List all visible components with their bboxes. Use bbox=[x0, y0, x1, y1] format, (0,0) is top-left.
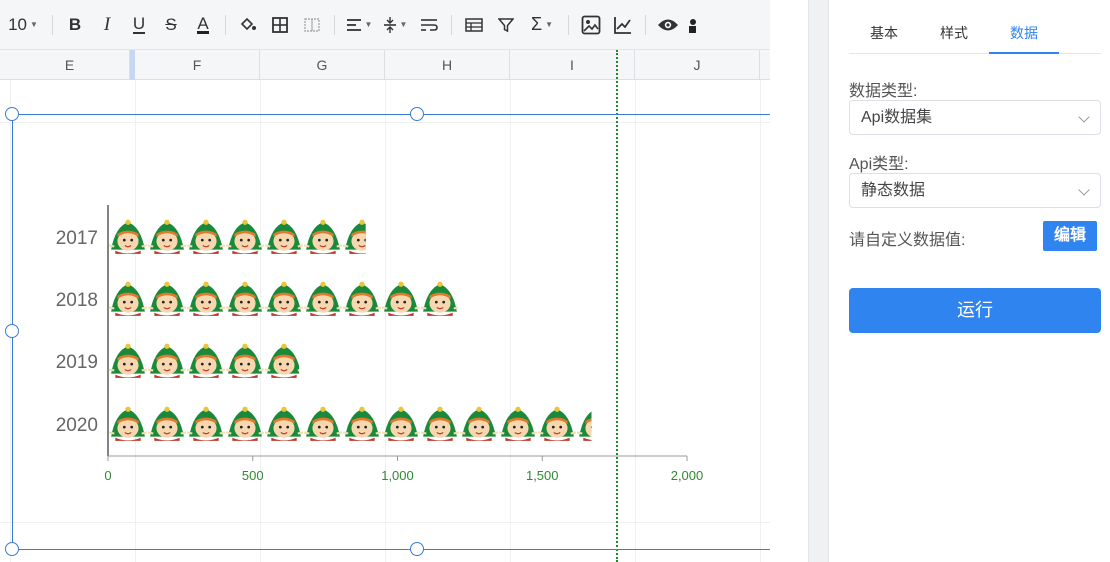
resize-handle-top-center[interactable] bbox=[410, 107, 424, 121]
elf-icon bbox=[109, 280, 147, 317]
elf-icon bbox=[226, 218, 264, 255]
pictorial-bar-chart[interactable]: 0 500 1,000 1,500 2,000 2017 2018 2019 2020 bbox=[0, 0, 770, 562]
elf-icon bbox=[304, 405, 342, 442]
elf-icon bbox=[148, 342, 186, 379]
elf-icon bbox=[265, 280, 303, 317]
frame-top-edge[interactable] bbox=[12, 114, 770, 115]
elf-icon bbox=[187, 342, 225, 379]
elf-icon bbox=[109, 342, 147, 379]
x-tick-label: 2,000 bbox=[671, 468, 704, 483]
elf-icon bbox=[382, 405, 420, 442]
elf-icon bbox=[265, 405, 303, 442]
api-type-select[interactable]: 静态数据 bbox=[849, 173, 1101, 208]
x-tick-label: 1,000 bbox=[381, 468, 414, 483]
x-tick-label: 1,500 bbox=[526, 468, 559, 483]
y-category-label: 2018 bbox=[56, 290, 98, 311]
pictorial-bar-2017[interactable] bbox=[109, 218, 381, 255]
tab-style[interactable]: 样式 bbox=[919, 14, 989, 54]
edit-button[interactable]: 编辑 bbox=[1043, 221, 1097, 251]
elf-icon bbox=[187, 218, 225, 255]
elf-icon bbox=[382, 280, 420, 317]
pictorial-bar-2020[interactable] bbox=[109, 405, 615, 442]
elf-icon bbox=[226, 405, 264, 442]
data-type-select[interactable]: Api数据集 bbox=[849, 100, 1101, 135]
api-type-label: Api类型: bbox=[849, 156, 909, 173]
y-category-label: 2017 bbox=[56, 228, 98, 249]
run-button[interactable]: 运行 bbox=[849, 288, 1101, 333]
elf-icon bbox=[421, 405, 459, 442]
tab-data[interactable]: 数据 bbox=[989, 14, 1059, 54]
chevron-down-icon bbox=[1078, 111, 1090, 123]
elf-icon bbox=[148, 405, 186, 442]
resize-handle-bottom-left[interactable] bbox=[5, 542, 19, 556]
elf-icon bbox=[265, 218, 303, 255]
pictorial-bar-2019[interactable] bbox=[109, 342, 303, 379]
api-type-value: 静态数据 bbox=[861, 182, 926, 199]
pictorial-bar-2018[interactable] bbox=[109, 280, 459, 317]
chevron-down-icon bbox=[1078, 184, 1090, 196]
properties-panel: 基本 样式 数据 数据类型: Api数据集 Api类型: 静态数据 请自定义数据… bbox=[829, 0, 1110, 562]
data-type-value: Api数据集 bbox=[861, 109, 933, 126]
elf-icon bbox=[460, 405, 498, 442]
elf-icon bbox=[187, 405, 225, 442]
elf-icon bbox=[148, 218, 186, 255]
custom-data-label: 请自定义数据值: bbox=[849, 232, 966, 249]
panel-tabs: 基本 样式 数据 bbox=[849, 14, 1101, 54]
elf-icon bbox=[421, 280, 459, 317]
spreadsheet-area[interactable]: 10 ▼ B I U S A ▼ ▼ Σ ▼ E F G H I J 0 500… bbox=[0, 0, 770, 562]
x-tick-label: 500 bbox=[242, 468, 264, 483]
resize-handle-top-left[interactable] bbox=[5, 107, 19, 121]
elf-icon bbox=[226, 280, 264, 317]
elf-icon bbox=[577, 405, 592, 442]
resize-handle-bottom-center[interactable] bbox=[410, 542, 424, 556]
y-category-label: 2019 bbox=[56, 352, 98, 373]
resize-handle-middle-left[interactable] bbox=[5, 324, 19, 338]
tab-basic[interactable]: 基本 bbox=[849, 14, 919, 54]
elf-icon bbox=[304, 280, 342, 317]
x-tick-label: 0 bbox=[104, 468, 111, 483]
elf-icon bbox=[343, 280, 381, 317]
elf-icon bbox=[538, 405, 576, 442]
elf-icon bbox=[148, 280, 186, 317]
data-type-label: 数据类型: bbox=[849, 83, 918, 100]
panel-splitter[interactable] bbox=[808, 0, 829, 562]
elf-icon bbox=[109, 218, 147, 255]
elf-icon bbox=[343, 218, 366, 255]
frame-bottom-edge[interactable] bbox=[12, 549, 770, 550]
elf-icon bbox=[109, 405, 147, 442]
y-category-label: 2020 bbox=[56, 415, 98, 436]
app-window: 10 ▼ B I U S A ▼ ▼ Σ ▼ E F G H I J 0 500… bbox=[0, 0, 1110, 562]
elf-icon bbox=[265, 342, 300, 379]
elf-icon bbox=[187, 280, 225, 317]
elf-icon bbox=[343, 405, 381, 442]
elf-icon bbox=[226, 342, 264, 379]
elf-icon bbox=[304, 218, 342, 255]
elf-icon bbox=[499, 405, 537, 442]
